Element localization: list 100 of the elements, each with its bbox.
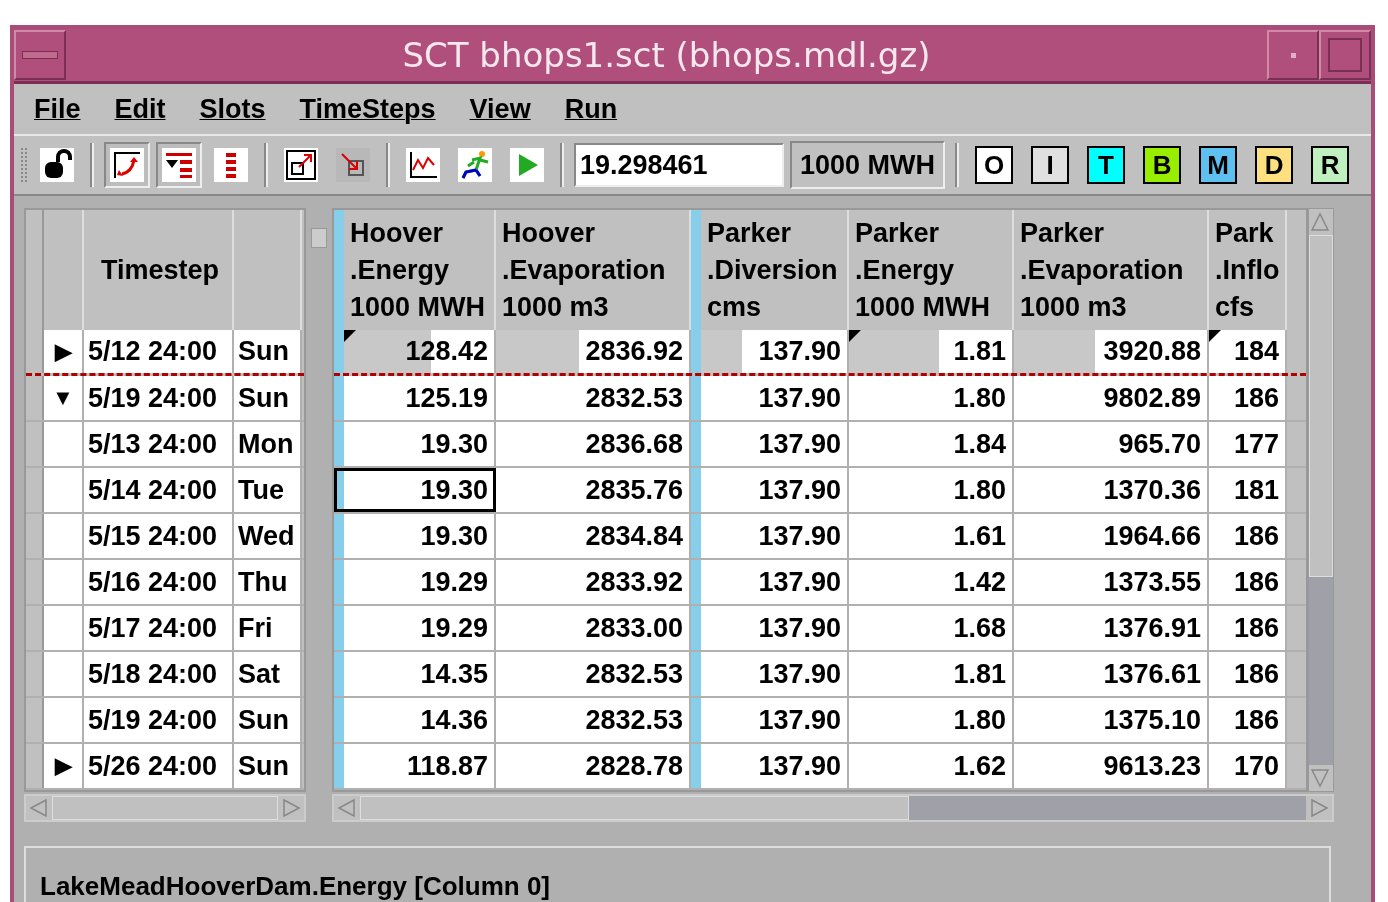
value-cell[interactable]: 1.81 (849, 652, 1014, 696)
value-cell[interactable]: 1376.61 (1014, 652, 1209, 696)
value-cell[interactable]: 137.90 (691, 652, 849, 696)
scroll-left-icon[interactable] (334, 796, 360, 820)
value-cell[interactable]: 137.90 (691, 514, 849, 558)
value-cell[interactable]: 19.29 (334, 606, 496, 650)
horizontal-scrollbar[interactable] (24, 794, 306, 822)
expander-toggle[interactable]: ▶ (54, 753, 72, 779)
value-cell[interactable]: 1.62 (849, 744, 1014, 788)
filter-list-icon[interactable] (156, 142, 202, 188)
value-cell[interactable]: 19.30 (334, 422, 496, 466)
value-cell[interactable]: 2832.53 (496, 652, 691, 696)
value-cell[interactable]: 137.90 (691, 698, 849, 742)
menu-item[interactable]: Edit (114, 93, 166, 125)
value-cell[interactable]: 2828.78 (496, 744, 691, 788)
menu-item[interactable]: File (34, 93, 81, 125)
value-cell[interactable]: 2832.53 (496, 698, 691, 742)
value-cell[interactable]: 186 (1209, 698, 1287, 742)
value-cell[interactable]: 2836.92 (496, 330, 691, 373)
value-cell[interactable]: 1.80 (849, 698, 1014, 742)
value-cell[interactable]: 1370.36 (1014, 468, 1209, 512)
value-cell[interactable]: 19.30 (334, 514, 496, 558)
value-cell[interactable]: 170 (1209, 744, 1287, 788)
value-cell[interactable]: 1373.55 (1014, 560, 1209, 604)
value-cell[interactable]: 2833.92 (496, 560, 691, 604)
scroll-right-icon[interactable] (1306, 796, 1332, 820)
value-cell[interactable]: 14.36 (334, 698, 496, 742)
value-cell[interactable]: 2832.53 (496, 376, 691, 420)
value-cell[interactable]: 186 (1209, 376, 1287, 420)
value-cell[interactable]: 19.30 (334, 468, 496, 512)
flag-button[interactable]: B (1143, 146, 1182, 184)
value-cell[interactable]: 1376.91 (1014, 606, 1209, 650)
scroll-right-icon[interactable] (278, 796, 304, 820)
value-cell[interactable]: 1.84 (849, 422, 1014, 466)
horizontal-scrollbar[interactable] (332, 794, 1334, 822)
value-cell[interactable]: 137.90 (691, 560, 849, 604)
value-cell[interactable]: 184 (1209, 330, 1287, 373)
flag-button[interactable]: M (1199, 146, 1238, 184)
menu-item[interactable]: TimeSteps (299, 93, 436, 125)
value-cell[interactable]: 9613.23 (1014, 744, 1209, 788)
toolbar-grip-icon[interactable] (20, 147, 28, 183)
value-cell[interactable]: 186 (1209, 560, 1287, 604)
value-cell[interactable]: 2835.76 (496, 468, 691, 512)
value-cell[interactable]: 137.90 (691, 606, 849, 650)
day-cell: Sat (234, 652, 302, 696)
scroll-thumb[interactable] (360, 796, 909, 820)
value-cell[interactable]: 1.61 (849, 514, 1014, 558)
value-cell[interactable]: 1.68 (849, 606, 1014, 650)
menu-item[interactable]: View (469, 93, 531, 125)
menu-item[interactable]: Slots (199, 93, 266, 125)
column-header[interactable]: Hoover .Energy 1000 MWH (334, 210, 496, 330)
value-cell[interactable]: 3920.88 (1014, 330, 1209, 373)
window-menu-button[interactable] (14, 30, 66, 80)
value-cell[interactable]: 137.90 (691, 330, 849, 373)
value-cell[interactable]: 2836.68 (496, 422, 691, 466)
scroll-thumb[interactable] (52, 796, 278, 820)
value-cell[interactable]: 14.35 (334, 652, 496, 696)
value-cell[interactable]: 186 (1209, 514, 1287, 558)
value-cell[interactable]: 125.19 (334, 376, 496, 420)
value-cell[interactable]: 1964.66 (1014, 514, 1209, 558)
menu-item[interactable]: Run (564, 93, 618, 125)
expander-toggle[interactable]: ▶ (54, 338, 72, 365)
value-cell[interactable]: 2833.00 (496, 606, 691, 650)
flag-button[interactable]: D (1255, 146, 1294, 184)
value-cell[interactable]: 137.90 (691, 468, 849, 512)
value-cell[interactable]: 9802.89 (1014, 376, 1209, 420)
value-field[interactable]: 19.298461 (574, 143, 784, 187)
day-cell: Sun (234, 698, 302, 742)
value-cell[interactable]: 19.29 (334, 560, 496, 604)
value-cell[interactable]: 2834.84 (496, 514, 691, 558)
minimize-button[interactable] (1267, 30, 1319, 80)
scroll-left-icon[interactable] (26, 796, 52, 820)
value-cell[interactable]: 1.80 (849, 468, 1014, 512)
day-cell: Wed (234, 514, 302, 558)
value-cell[interactable]: 186 (1209, 606, 1287, 650)
value-cell[interactable]: 128.42 (334, 330, 496, 373)
maximize-button[interactable] (1319, 30, 1371, 80)
value-cell[interactable]: 137.90 (691, 376, 849, 420)
value-cell[interactable]: 1.80 (849, 376, 1014, 420)
value-cell[interactable]: 1.81 (849, 330, 1014, 373)
value-cell[interactable]: 137.90 (691, 744, 849, 788)
flag-button[interactable]: T (1087, 146, 1126, 184)
value-cell[interactable]: 137.90 (691, 422, 849, 466)
curved-arrows-icon[interactable] (104, 142, 150, 188)
value-cell[interactable]: 177 (1209, 422, 1287, 466)
value-cell[interactable]: 1.42 (849, 560, 1014, 604)
column-header[interactable]: Parker .Diversion cms (691, 210, 849, 330)
vertical-scrollbar[interactable] (1308, 208, 1334, 792)
value-cell[interactable]: 118.87 (334, 744, 496, 788)
timestep-cell: 5/12 24:00 (84, 330, 234, 373)
flag-button[interactable]: O (975, 146, 1014, 184)
value-cell[interactable]: 965.70 (1014, 422, 1209, 466)
flag-button[interactable]: I (1031, 146, 1070, 184)
value-cell[interactable]: 181 (1209, 468, 1287, 512)
day-cell: Thu (234, 560, 302, 604)
expander-toggle[interactable]: ▼ (52, 385, 74, 411)
value-cell[interactable]: 186 (1209, 652, 1287, 696)
flag-button[interactable]: R (1311, 146, 1350, 184)
value-cell[interactable]: 1375.10 (1014, 698, 1209, 742)
scroll-thumb[interactable] (1309, 235, 1333, 577)
